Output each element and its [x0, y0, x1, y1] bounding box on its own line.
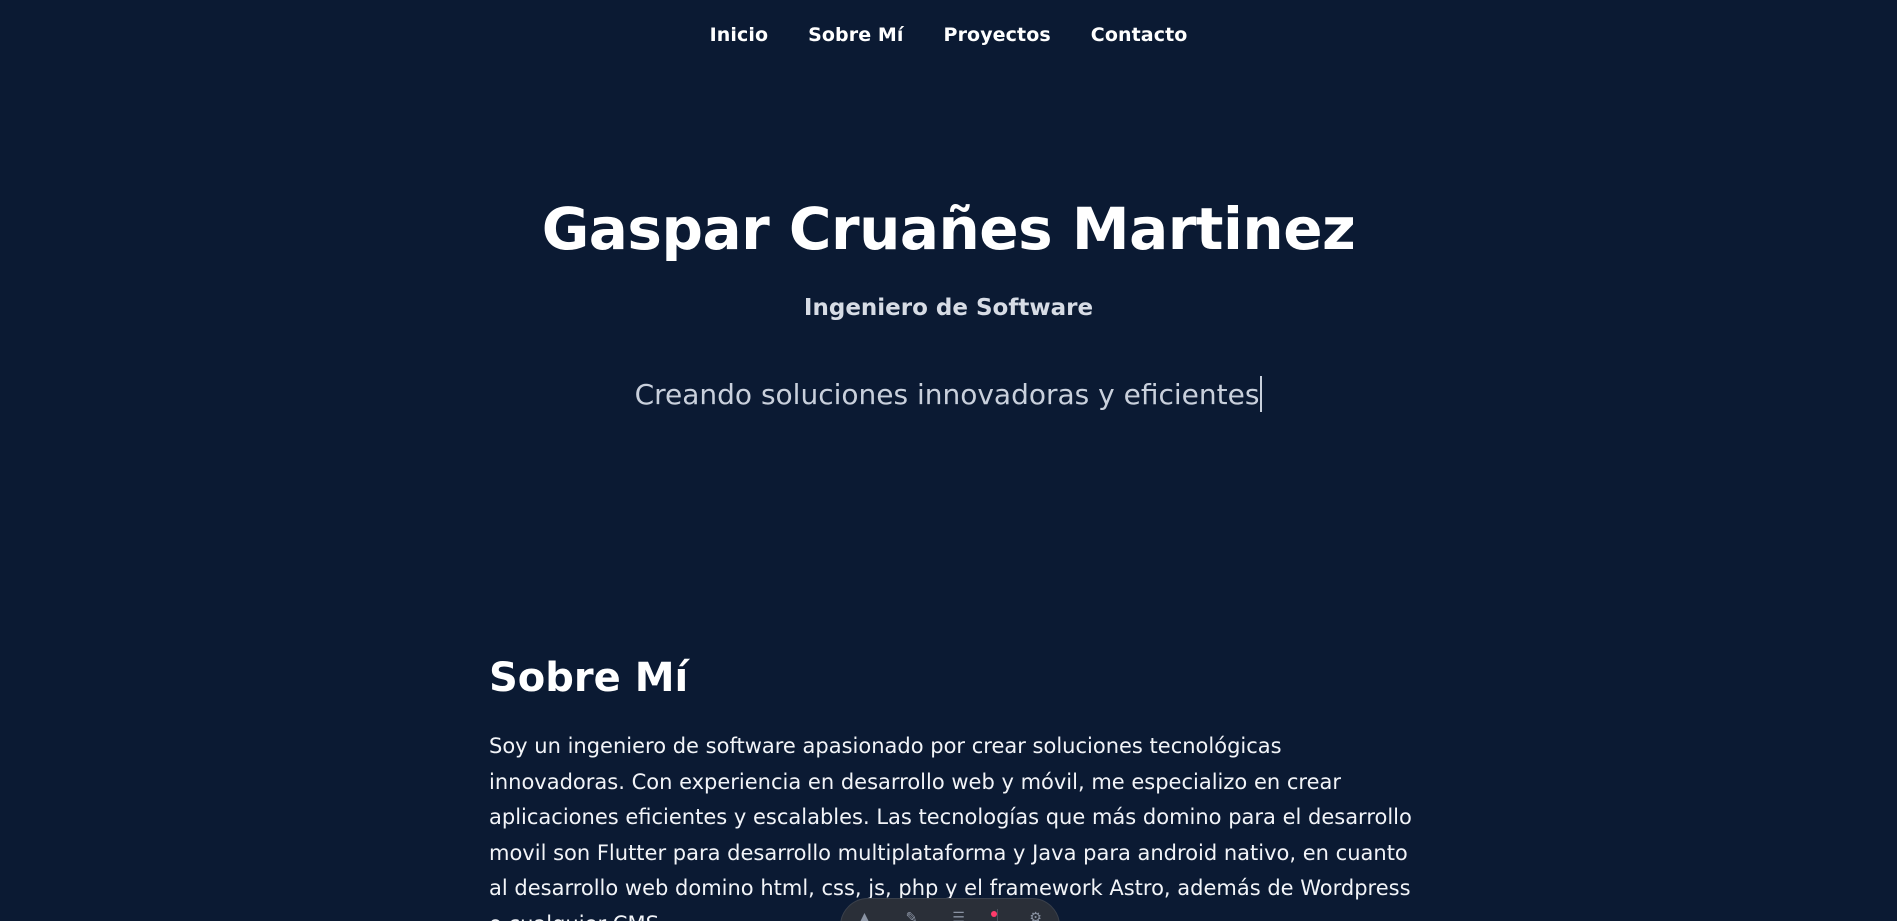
nav-link-proyectos[interactable]: Proyectos — [944, 18, 1051, 52]
about-title: Sobre Mí — [489, 655, 689, 701]
settings-icon[interactable]: ⚙ — [1027, 911, 1045, 921]
hero-name: Gaspar Cruañes Martinez — [541, 195, 1356, 263]
nav-link-contacto[interactable]: Contacto — [1091, 18, 1188, 52]
nav-link-sobre-mi[interactable]: Sobre Mí — [808, 18, 903, 52]
about-section: Sobre Mí Soy un ingeniero de software ap… — [489, 650, 1414, 921]
portfolio-page: Inicio Sobre Mí Proyectos Contacto Gaspa… — [0, 0, 1897, 921]
floating-toolbar: ▲ ✎ ☰ ⚙ — [840, 898, 1060, 921]
hero-section: Gaspar Cruañes Martinez Ingeniero de Sof… — [0, 190, 1897, 413]
nav-link-inicio[interactable]: Inicio — [710, 18, 769, 52]
hero-tagline-line: Creando soluciones innovadoras y eficien… — [0, 376, 1897, 413]
typing-caret — [1260, 376, 1263, 412]
pointer-icon[interactable]: ▲ — [856, 911, 874, 921]
top-navigation: Inicio Sobre Mí Proyectos Contacto — [0, 18, 1897, 52]
hero-tagline: Creando soluciones innovadoras y eficien… — [634, 378, 1260, 411]
pen-icon[interactable]: ✎ — [903, 911, 921, 921]
about-text: Soy un ingeniero de software apasionado … — [489, 734, 1412, 921]
menu-icon[interactable]: ☰ — [950, 911, 968, 921]
notification-dot — [991, 911, 997, 917]
hero-role: Ingeniero de Software — [803, 295, 1094, 321]
